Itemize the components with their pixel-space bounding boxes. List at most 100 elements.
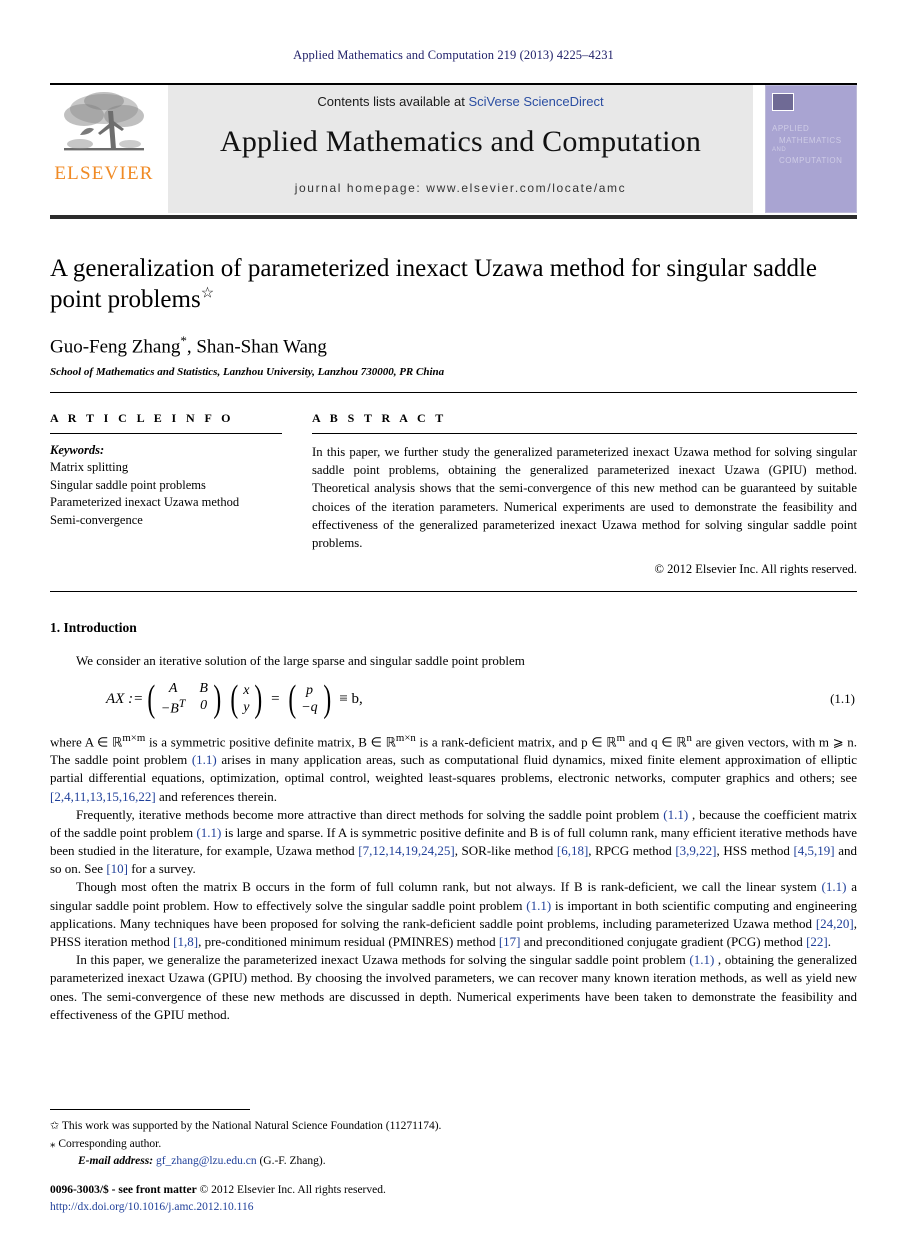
citation-link[interactable]: [22] [806,934,828,949]
paragraph-text: and preconditioned conjugate gradient (P… [520,934,807,949]
abstract-text: In this paper, we further study the gene… [312,444,857,551]
left-paren-icon: ( [147,677,156,720]
citation-link[interactable]: (1.1) [689,952,714,967]
abstract-bottom-divider [50,590,857,592]
citation-link[interactable]: (1.1) [822,879,847,894]
citation-link[interactable]: [1,8] [173,934,198,949]
affiliation: School of Mathematics and Statistics, La… [50,365,445,378]
rhs-vector: ( p −q ) [286,677,334,720]
citation-link[interactable]: [17] [499,934,521,949]
paragraph-text: Though most often the matrix B occurs in… [76,879,822,895]
intro-lead-paragraph: We consider an iterative solution of the… [76,652,525,668]
sciencedirect-link[interactable]: SciVerse ScienceDirect [468,94,603,109]
journal-title: Applied Mathematics and Computation [219,125,702,158]
right-paren-icon: ) [213,677,222,720]
citation-link[interactable]: (1.1) [192,752,217,767]
author-primary: Guo-Feng Zhang [50,335,181,357]
equation-number: (1.1) [830,691,855,707]
article-info-column: A R T I C L E I N F O Keywords: Matrix s… [50,411,312,577]
section-heading-introduction: 1. Introduction [50,619,137,635]
issn-text: 0096-3003/$ - see front matter [50,1183,197,1196]
intro-paragraph-1: where A ∈ ℝm×m is a symmetric positive d… [50,731,857,806]
footnote-email-line: E-mail address: gf_zhang@lzu.edu.cn (G.-… [50,1153,857,1170]
colophon-issn-line: 0096-3003/$ - see front matter © 2012 El… [50,1182,386,1199]
contents-prefix: Contents lists available at [317,94,469,109]
vector-cell-negq: −q [301,700,318,716]
running-head: Applied Mathematics and Computation 219 … [293,48,614,62]
footnote-rule [50,1109,250,1111]
intro-paragraph-2: Frequently, iterative methods become mor… [50,806,857,879]
footnote-corresponding-text: Corresponding author. [58,1137,162,1150]
page-title: A generalization of parameterized inexac… [50,253,857,316]
citation-link[interactable]: [2,4,11,13,15,16,22] [50,789,156,804]
info-abstract-row: A R T I C L E I N F O Keywords: Matrix s… [50,411,857,577]
footnote-corresponding-marker: ⁎ [50,1137,56,1150]
equation-expression: AX := ( A B −BT 0 ) ( x y) = (p −q) ≡… [50,680,830,719]
citation-link[interactable]: (1.1) [526,898,551,913]
paragraph-text: , SOR-like method [454,843,557,859]
citation-link[interactable]: (1.1) [196,825,221,840]
citation-link[interactable]: (1.1) [663,807,688,822]
citation-link[interactable]: [24,20] [816,916,854,931]
citation-link[interactable]: [3,9,22] [675,843,716,858]
title-divider [50,391,857,393]
keywords-label: Keywords: [50,442,105,457]
matrix-cell-a22: 0 [200,698,208,714]
citation-link[interactable]: [6,18] [557,843,588,858]
keyword-item: Singular saddle point problems [50,477,206,492]
footnote-funding-text: This work was supported by the National … [61,1120,442,1133]
introduction-section: 1. Introduction We consider an iterative… [50,620,857,1024]
elsevier-logo: ELSEVIER [50,85,158,213]
keywords-list: Matrix splitting Singular saddle point p… [50,459,282,530]
elsevier-tree-icon [64,92,144,151]
elsevier-wordmark: ELSEVIER [54,163,154,184]
paragraph-text: is a symmetric positive definite matrix,… [145,733,396,749]
coefficient-matrix: ( A B −BT 0 ) [145,680,223,719]
keyword-item: Semi-convergence [50,513,143,528]
paragraph-text: Frequently, iterative methods become mor… [76,806,664,822]
matrix-cell-a12: B [199,680,208,696]
title-block: A generalization of parameterized inexac… [50,253,857,393]
superscript: m×n [395,731,416,744]
journal-article-page: Applied Mathematics and Computation 219 … [0,0,907,1238]
journal-homepage[interactable]: journal homepage: www.elsevier.com/locat… [295,181,626,195]
paper-title-text: A generalization of parameterized inexac… [50,255,818,314]
cover-line-1: APPLIED [772,124,810,133]
colophon-block: 0096-3003/$ - see front matter © 2012 El… [50,1182,386,1217]
doi-link[interactable]: http://dx.doi.org/10.1016/j.amc.2012.10.… [50,1199,386,1216]
abstract-copyright: © 2012 Elsevier Inc. All rights reserved… [654,561,857,576]
equals-sign: = [271,690,280,707]
paragraph-text: and q ∈ ℝ [625,733,687,749]
citation-link[interactable]: [10] [106,861,128,876]
contents-available-line: Contents lists available at SciVerse Sci… [317,94,603,109]
intro-paragraph-3: Though most often the matrix B occurs in… [50,878,857,951]
author-list: Guo-Feng Zhang*, Shan-Shan Wang [50,333,857,358]
footnotes-block: ✩ This work was supported by the Nationa… [50,1109,857,1170]
superscript: m [616,731,625,744]
cover-title-text: APPLIED MATHEMATICS AND COMPUTATION [772,123,850,166]
keyword-item: Parameterized inexact Uzawa method [50,495,240,510]
citation-link[interactable]: [4,5,19] [793,843,834,858]
right-paren-icon: ) [323,677,331,720]
cover-line-3: AND [772,147,787,154]
email-address-link[interactable]: gf_zhang@lzu.edu.cn [156,1155,257,1167]
rights-text: © 2012 Elsevier Inc. All rights reserved… [199,1183,386,1196]
journal-banner: Contents lists available at SciVerse Sci… [168,85,753,213]
equation-lhs: AX := [106,690,144,707]
title-footnote-marker: ☆ [200,285,215,302]
masthead-divider [50,215,857,219]
intro-paragraph-4: In this paper, we generalize the paramet… [50,951,857,1024]
email-address-label: E-mail address: [78,1154,154,1167]
equation-tail: ≡ b, [339,690,363,707]
citation-link[interactable]: [7,12,14,19,24,25] [358,843,454,858]
unknown-vector: ( x y ) [228,680,266,718]
footnote-funding: ✩ This work was supported by the Nationa… [50,1118,857,1135]
matrix-cell-a11: A [168,680,178,696]
vector-cell-p: p [305,682,313,698]
paragraph-text: , HSS method [716,843,794,859]
cover-line-2: MATHEMATICS [779,135,842,145]
paragraph-text: is a rank-deficient matrix, and p ∈ ℝ [415,733,617,749]
journal-cover-thumbnail: APPLIED MATHEMATICS AND COMPUTATION [765,85,857,213]
paragraph-text: , pre-conditioned minimum residual (PMIN… [198,934,499,949]
matrix-cell-a21: −BT [160,697,186,717]
